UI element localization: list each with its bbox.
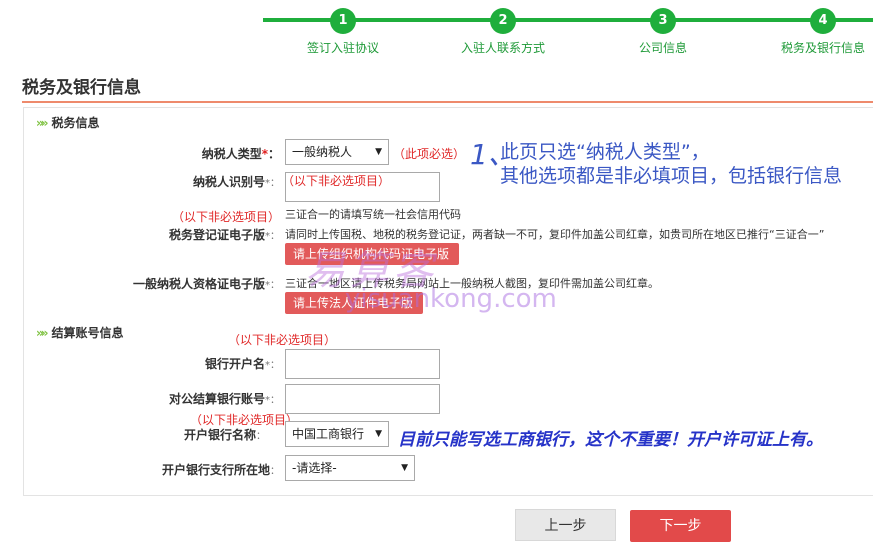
step-1-circle: 1 <box>330 8 356 34</box>
taxpayer-type-label-text: 纳税人类型 <box>201 147 262 161</box>
taxpayer-id-label: 纳税人识别号*： <box>193 173 280 190</box>
general-taxpayer-cert-label-text: 一般纳税人资格证电子版 <box>132 277 265 291</box>
taxpayer-type-value: 一般纳税人 <box>292 145 353 159</box>
step-3-label: 公司信息 <box>638 41 687 55</box>
label-suffix: *： <box>265 231 280 242</box>
bank-name-select[interactable]: 中国工商银行 ▼ <box>285 421 389 447</box>
branch-location-select[interactable]: -请选择- ▼ <box>285 455 415 481</box>
previous-step-button[interactable]: 上一步 <box>515 509 616 541</box>
page-title: 税务及银行信息 <box>22 78 141 98</box>
step-2-label: 入驻人联系方式 <box>460 41 545 55</box>
label-suffix: *： <box>265 360 280 371</box>
account-name-input[interactable] <box>285 349 440 379</box>
double-arrow-icon: »» <box>36 326 48 340</box>
watermark-url: yisuankong.com <box>345 284 557 314</box>
step-2-circle: 2 <box>490 8 516 34</box>
bank-annotation: 目前只能写选工商银行，这个不重要！开户许可证上有。 <box>398 430 823 450</box>
bank-section-header: »» 结算账号信息 <box>36 324 124 341</box>
label-suffix: ： <box>256 431 266 442</box>
general-taxpayer-cert-label: 一般纳税人资格证电子版*： <box>133 275 280 292</box>
label-suffix: *： <box>265 280 280 291</box>
label-suffix: *： <box>265 178 280 189</box>
annotation-line-1: 此页只选“纳税人类型”， <box>500 141 710 163</box>
account-name-label: 银行开户名*： <box>205 355 280 372</box>
required-note: （此项必选） <box>393 147 466 161</box>
credit-code-hint: 三证合一的请填写统一社会信用代码 <box>285 208 461 221</box>
dropdown-arrow-icon: ▼ <box>375 429 382 439</box>
branch-location-value: -请选择- <box>292 461 337 475</box>
branch-location-label-text: 开户银行支行所在地 <box>161 463 270 477</box>
account-number-input[interactable] <box>285 384 440 414</box>
step-4-label: 税务及银行信息 <box>780 41 865 55</box>
dropdown-arrow-icon: ▼ <box>401 463 408 473</box>
account-number-label-text: 对公结算银行账号 <box>168 392 265 406</box>
title-divider <box>22 101 873 103</box>
step-3-circle: 3 <box>650 8 676 34</box>
double-arrow-icon: »» <box>36 116 48 130</box>
progress-stepper: 1 签订入驻协议 2 入驻人联系方式 3 公司信息 4 税务及银行信息 <box>0 0 873 62</box>
next-step-button[interactable]: 下一步 <box>630 510 731 542</box>
bank-name-value: 中国工商银行 <box>292 427 365 441</box>
optional-note: （以下非必选项目） <box>228 333 337 347</box>
label-suffix: *： <box>265 395 280 406</box>
account-name-label-text: 银行开户名 <box>204 357 265 371</box>
tax-reg-cert-label: 税务登记证电子版*： <box>169 226 280 243</box>
bank-name-label-text: 开户银行名称 <box>183 428 256 442</box>
dropdown-arrow-icon: ▼ <box>375 147 382 157</box>
label-colon: ： <box>267 147 280 161</box>
optional-note: （以下非必选项目） <box>282 174 391 188</box>
tax-section-header: »» 税务信息 <box>36 114 100 131</box>
taxpayer-type-select[interactable]: 一般纳税人 ▼ <box>285 139 389 165</box>
label-suffix: ： <box>270 466 280 477</box>
account-number-label: 对公结算银行账号*： <box>169 390 280 407</box>
step-1-label: 签订入驻协议 <box>306 41 379 55</box>
bank-section-title: 结算账号信息 <box>51 326 124 340</box>
branch-location-label: 开户银行支行所在地： <box>162 461 280 478</box>
annotation-line-2: 其他选项都是非必填项目，包括银行信息 <box>500 165 843 187</box>
taxpayer-type-label: 纳税人类型*： <box>202 145 280 162</box>
step-4-circle: 4 <box>810 8 836 34</box>
optional-note: （以下非必选项目） <box>172 210 281 224</box>
tax-section-title: 税务信息 <box>51 116 100 130</box>
bank-name-label: 开户银行名称： <box>184 426 266 443</box>
taxpayer-id-label-text: 纳税人识别号 <box>192 175 265 189</box>
tax-reg-cert-label-text: 税务登记证电子版 <box>168 228 265 242</box>
